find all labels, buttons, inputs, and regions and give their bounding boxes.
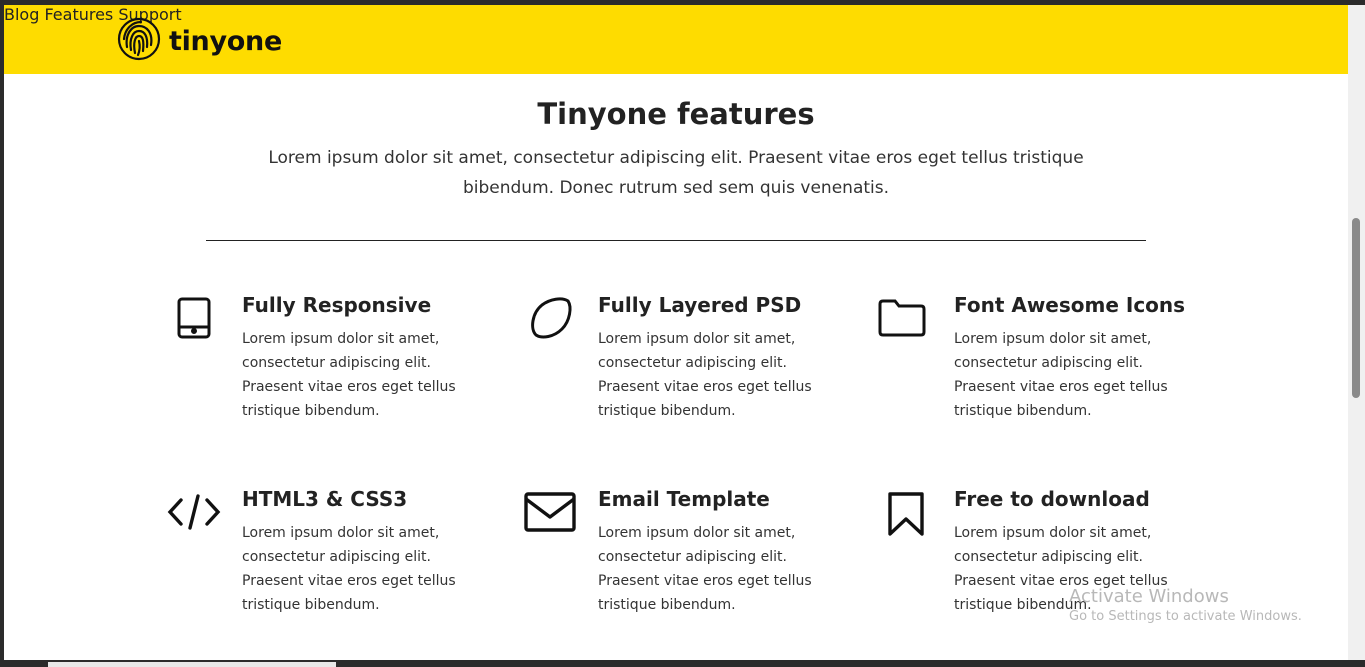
feature-title: Font Awesome Icons: [954, 293, 1186, 317]
vertical-scrollbar[interactable]: [1348, 5, 1365, 660]
code-icon: [166, 487, 222, 537]
watermark-title: Activate Windows: [1069, 586, 1229, 607]
feature-description: Lorem ipsum dolor sit amet, consectetur …: [242, 331, 456, 419]
section-divider: [206, 240, 1146, 241]
taskbar: [0, 660, 1365, 667]
feature-title: Free to download: [954, 487, 1150, 511]
brand-name: tinyone: [169, 25, 282, 57]
feature-description: Lorem ipsum dolor sit amet, consectetur …: [598, 525, 812, 613]
nav-item-features[interactable]: Features: [44, 5, 113, 24]
bookmark-icon: [878, 489, 934, 539]
feature-description: Lorem ipsum dolor sit amet, consectetur …: [598, 331, 812, 419]
feature-title: Fully Responsive: [242, 293, 432, 317]
feature-description: Lorem ipsum dolor sit amet, consectetur …: [242, 525, 456, 613]
page-viewport: tinyone Blog Features Support Tinyone fe…: [4, 5, 1348, 660]
fingerprint-icon: [117, 17, 161, 65]
nav-item-blog[interactable]: Blog: [4, 5, 39, 24]
site-header: tinyone Blog Features Support: [4, 5, 1348, 74]
feature-description: Lorem ipsum dolor sit amet, consectetur …: [954, 331, 1168, 419]
scrollbar-thumb[interactable]: [1352, 218, 1360, 398]
watermark-subtitle: Go to Settings to activate Windows.: [1069, 609, 1302, 624]
feature-title: HTML3 & CSS3: [242, 487, 408, 511]
section-subtitle: Lorem ipsum dolor sit amet, consectetur …: [268, 148, 1084, 198]
folder-icon: [874, 293, 930, 343]
feature-title: Email Template: [598, 487, 770, 511]
activation-watermark: Activate Windows Go to Settings to activ…: [1069, 586, 1302, 624]
tablet-icon: [166, 293, 222, 343]
section-title: Tinyone features: [537, 97, 815, 131]
lemon-icon: [522, 293, 578, 343]
envelope-icon: [522, 487, 578, 537]
brand-logo[interactable]: tinyone: [117, 17, 282, 65]
taskbar-item[interactable]: [48, 662, 336, 667]
feature-title: Fully Layered PSD: [598, 293, 802, 317]
